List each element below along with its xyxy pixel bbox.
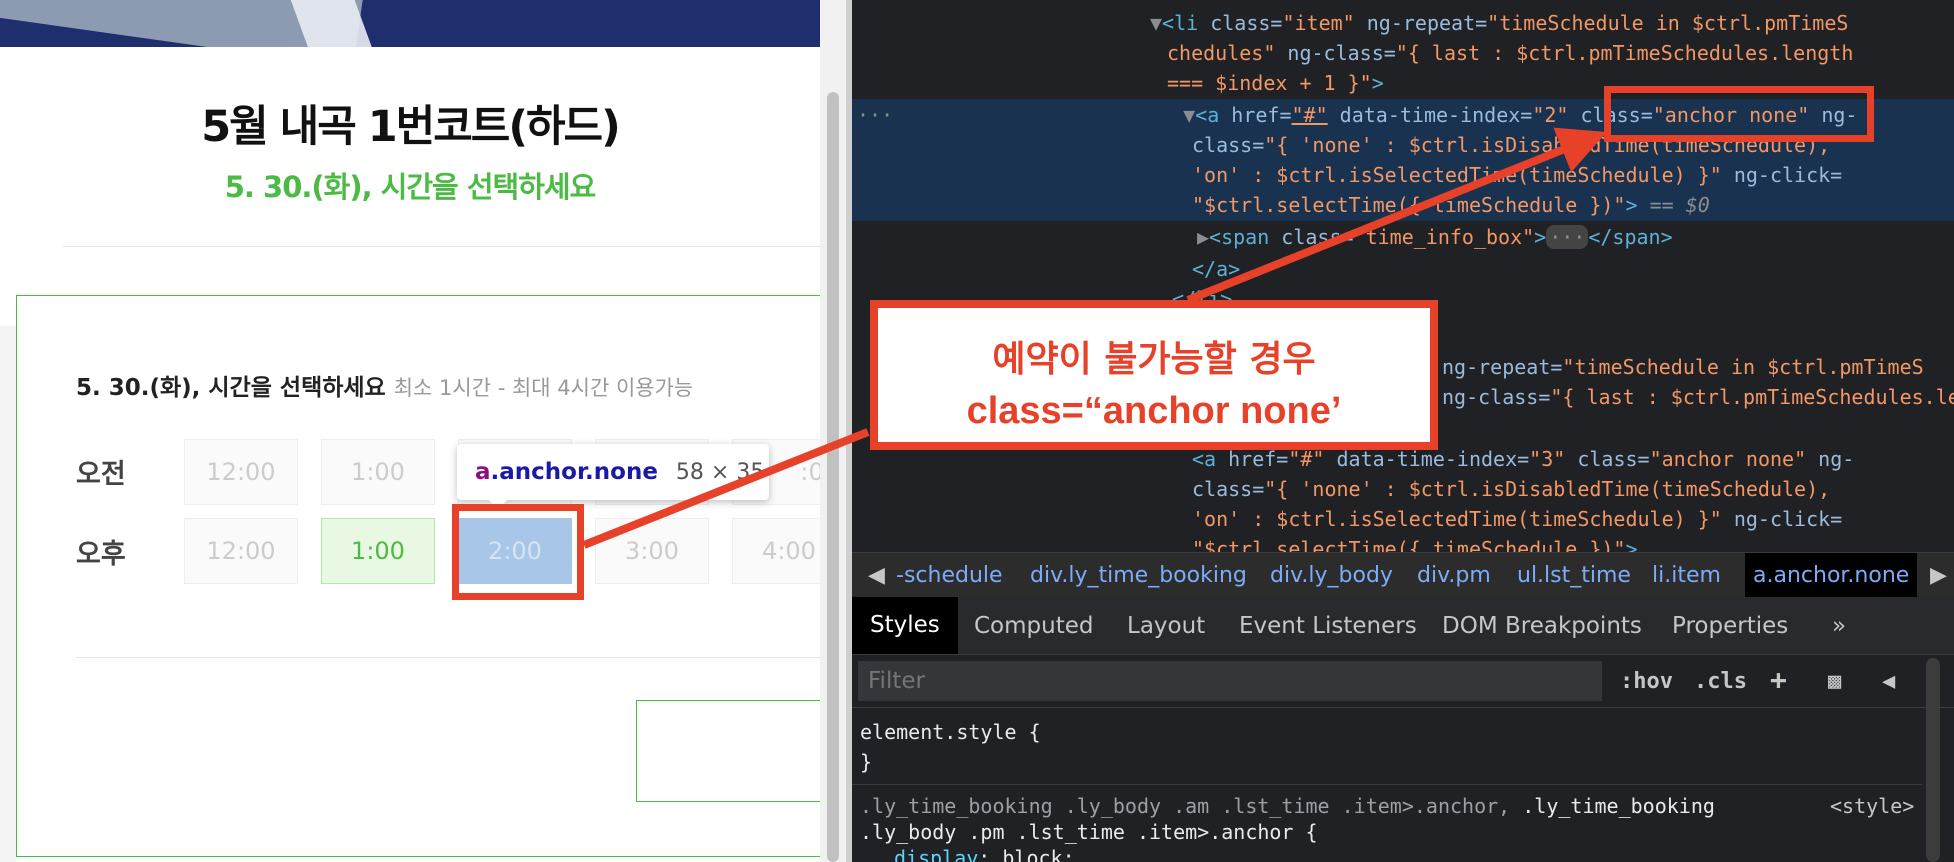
divider — [76, 657, 820, 658]
am-slot-1[interactable]: 12:00 — [184, 439, 298, 505]
tree-line[interactable]: ng-repeat="timeSchedule in $ctrl.pmTimeS — [1442, 352, 1924, 382]
tree-line[interactable]: ng-class="{ last : $ctrl.pmTimeSchedules… — [1442, 382, 1954, 412]
tree-line[interactable]: </a> — [1192, 254, 1240, 284]
tree-line[interactable]: class="{ 'none' : $ctrl.isDisabledTime(t… — [1192, 474, 1830, 504]
bottom-box — [636, 700, 820, 802]
hov-toggle[interactable]: :hov — [1620, 669, 1673, 694]
breadcrumb-item[interactable]: div.pm — [1417, 563, 1491, 588]
new-rule-button[interactable]: + — [1770, 663, 1787, 696]
page-subtitle: 5. 30.(화), 시간을 선택하세요 — [224, 170, 597, 204]
am-slot-2[interactable]: 1:00 — [321, 439, 435, 505]
breadcrumb-item[interactable]: ul.lst_time — [1517, 563, 1631, 588]
breadcrumb-scroll-left-icon[interactable]: ◀ — [868, 563, 885, 588]
styles-pane: element.style { } .ly_time_booking .ly_b… — [852, 708, 1922, 862]
rule-close: } — [860, 750, 873, 774]
callout-line-2: class=“anchor none’ — [966, 390, 1342, 432]
select-heading-text: 5. 30.(화), 시간을 선택하세요 — [76, 375, 386, 401]
divider — [852, 784, 1922, 785]
tab-dom-breakpoints[interactable]: DOM Breakpoints — [1442, 613, 1642, 639]
cls-toggle[interactable]: .cls — [1694, 669, 1747, 694]
pm-slot-5[interactable]: 4:00 — [732, 518, 820, 584]
tooltip-classes: .anchor.none — [490, 459, 658, 485]
paint-icon[interactable]: ▩ — [1828, 669, 1841, 694]
devtools-tabs: Styles Computed Layout Event Listeners D… — [852, 597, 1954, 655]
inspect-tooltip: a .anchor.none 58 × 35 — [457, 444, 769, 500]
tab-styles[interactable]: Styles — [852, 597, 958, 654]
tooltip-size: 58 × 35 — [675, 459, 765, 485]
tooltip-tag: a — [475, 459, 491, 485]
style-declaration[interactable]: display: block; — [894, 846, 1075, 862]
breadcrumb-item[interactable]: div.ly_time_booking — [1030, 563, 1247, 588]
tree-line[interactable]: chedules" ng-class="{ last : $ctrl.pmTim… — [1167, 38, 1853, 68]
annotation-box-slot — [452, 504, 584, 600]
page-title: 5월 내곡 1번코트(하드) — [201, 102, 621, 152]
element-style-rule[interactable]: element.style { — [860, 720, 1041, 744]
tab-properties[interactable]: Properties — [1672, 613, 1788, 639]
breadcrumb-item[interactable]: li.item — [1652, 563, 1721, 588]
tree-line[interactable]: 'on' : $ctrl.isSelectedTime(timeSchedule… — [1192, 504, 1842, 534]
toggle-sidebar-icon[interactable]: ◀ — [1882, 669, 1895, 694]
tree-line[interactable]: ▼<li class="item" ng-repeat="timeSchedul… — [1150, 8, 1848, 38]
pm-slot-2[interactable]: 1:00 — [321, 518, 435, 584]
elements-tree: ▼<li class="item" ng-repeat="timeSchedul… — [852, 0, 1954, 561]
callout-line-1: 예약이 불가능할 경우 — [992, 339, 1316, 380]
court-banner-image — [0, 0, 820, 47]
am-label: 오전 — [76, 459, 126, 490]
background-strip — [0, 326, 16, 862]
rule-selector-line2[interactable]: .ly_body .pm .lst_time .item>.anchor { — [860, 820, 1318, 844]
pm-label: 오후 — [76, 539, 126, 570]
divider — [63, 246, 820, 247]
select-hint: 최소 1시간 - 최대 4시간 이용가능 — [393, 376, 694, 400]
tree-line[interactable]: === $index + 1 }"> — [1167, 68, 1384, 98]
page-scrollbar-thumb[interactable] — [827, 92, 839, 862]
breadcrumb: ◀ -schedule div.ly_time_booking div.ly_b… — [852, 552, 1954, 598]
style-source-link[interactable]: <style> — [1830, 794, 1914, 818]
styles-scrollbar[interactable] — [1926, 658, 1940, 862]
breadcrumb-item[interactable]: -schedule — [896, 563, 1003, 588]
select-heading: 5. 30.(화), 시간을 선택하세요 최소 1시간 - 최대 4시간 이용가… — [76, 368, 693, 402]
pm-slot-1[interactable]: 12:00 — [184, 518, 298, 584]
annotation-box-class — [1604, 86, 1874, 142]
styles-filter-input[interactable] — [858, 661, 1602, 701]
annotation-callout: 예약이 불가능할 경우 class=“anchor none’ — [870, 300, 1438, 450]
styles-filter-bar: :hov .cls + ▩ ◀ — [852, 655, 1954, 708]
breadcrumb-item[interactable]: div.ly_body — [1270, 563, 1393, 588]
rule-selector[interactable]: .ly_time_booking .ly_body .am .lst_time … — [860, 794, 1715, 818]
tab-event-listeners[interactable]: Event Listeners — [1239, 613, 1417, 639]
page-view: 5월 내곡 1번코트(하드) 5. 30.(화), 시간을 선택하세요 5. 3… — [0, 0, 820, 862]
tree-line[interactable]: 'on' : $ctrl.isSelectedTime(timeSchedule… — [1192, 160, 1842, 190]
tree-line[interactable]: "$ctrl.selectTime({ timeSchedule })"> ==… — [1192, 190, 1710, 220]
breadcrumb-scroll-right-icon[interactable]: ▶ — [1930, 563, 1947, 588]
tree-line[interactable]: ▶<span class="time_info_box"> ··· </span> — [1197, 222, 1673, 252]
more-tabs-icon[interactable]: » — [1832, 613, 1846, 639]
tab-layout[interactable]: Layout — [1127, 613, 1205, 639]
tab-computed[interactable]: Computed — [974, 613, 1093, 639]
breadcrumb-item-active[interactable]: a.anchor.none — [1745, 553, 1918, 598]
pm-slot-4[interactable]: 3:00 — [595, 518, 709, 584]
